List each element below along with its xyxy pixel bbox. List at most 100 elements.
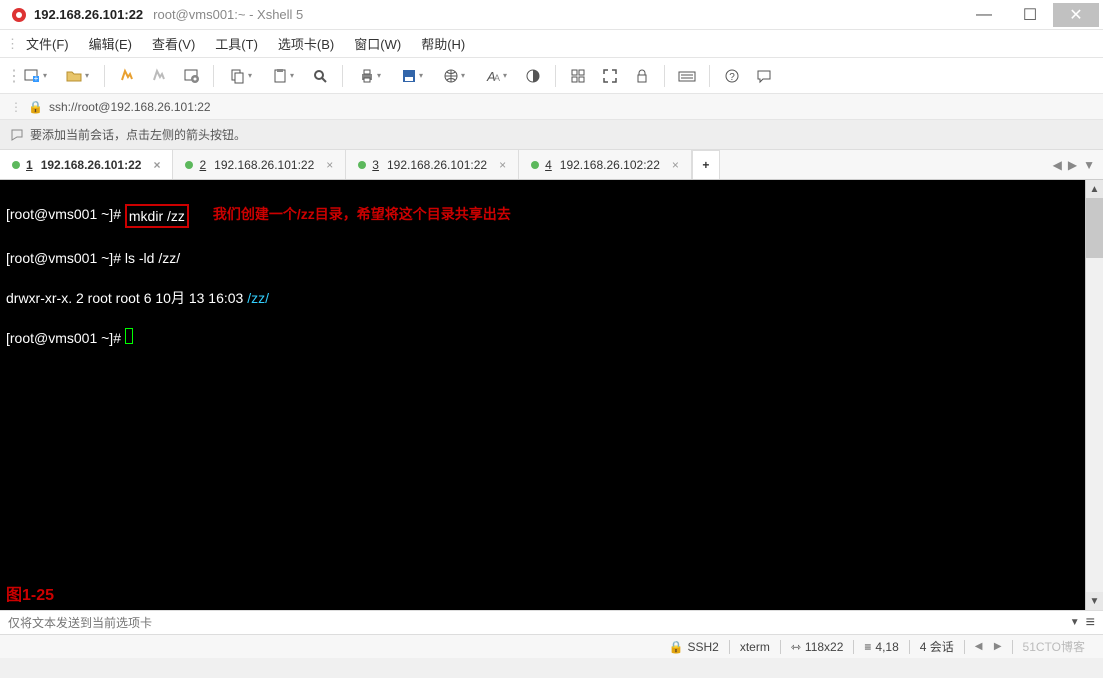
- paste-button[interactable]: ▾: [264, 62, 302, 90]
- keyboard-button[interactable]: [673, 62, 701, 90]
- fullscreen-button[interactable]: [596, 62, 624, 90]
- menu-bar: ⋮ 文件(F) 编辑(E) 查看(V) 工具(T) 选项卡(B) 窗口(W) 帮…: [0, 30, 1103, 58]
- tab-label: 192.168.26.101:22: [214, 158, 314, 172]
- tabs-right-icon[interactable]: ▶: [1068, 158, 1077, 172]
- address-url[interactable]: ssh://root@192.168.26.101:22: [49, 100, 1093, 114]
- toolbar-separator: [664, 65, 665, 87]
- title-bar: 192.168.26.101:22 root@vms001:~ - Xshell…: [0, 0, 1103, 30]
- menu-tabs[interactable]: 选项卡(B): [268, 32, 344, 55]
- terminal-prompt: [root@vms001 ~]#: [6, 328, 125, 348]
- scroll-down-icon[interactable]: ▼: [1086, 592, 1103, 610]
- toolbar-separator: [709, 65, 710, 87]
- status-position: 4,18: [875, 640, 898, 654]
- status-protocol: SSH2: [687, 640, 718, 654]
- status-size: 118x22: [805, 640, 843, 654]
- address-bar: ⋮ 🔒 ssh://root@192.168.26.101:22: [0, 94, 1103, 120]
- menu-edit[interactable]: 编辑(E): [79, 32, 142, 55]
- scroll-thumb[interactable]: [1086, 198, 1103, 258]
- properties-button[interactable]: [177, 62, 205, 90]
- tabs-menu-icon[interactable]: ▼: [1083, 158, 1095, 172]
- tab-close-icon[interactable]: ×: [499, 158, 506, 172]
- toolbar-separator: [213, 65, 214, 87]
- new-session-button[interactable]: +▾: [16, 62, 54, 90]
- status-dot-icon: [358, 161, 366, 169]
- chat-button[interactable]: [750, 62, 778, 90]
- highlighted-command: mkdir /zz: [125, 204, 189, 228]
- sessions-right-icon[interactable]: ▶: [994, 641, 1002, 652]
- menu-file[interactable]: 文件(F): [16, 32, 79, 55]
- globe-button[interactable]: ▾: [435, 62, 473, 90]
- pos-icon: ≡: [864, 640, 871, 654]
- tab-number: 4: [545, 158, 552, 172]
- session-tab-3[interactable]: 3 192.168.26.101:22 ×: [346, 150, 519, 179]
- sessions-left-icon[interactable]: ◀: [975, 641, 983, 652]
- lock-icon: 🔒: [669, 640, 684, 654]
- print-button[interactable]: ▾: [351, 62, 389, 90]
- session-tab-4[interactable]: 4 192.168.26.102:22 ×: [519, 150, 692, 179]
- status-sessions: 4 会话: [920, 638, 954, 655]
- tab-close-icon[interactable]: ×: [672, 158, 679, 172]
- copy-button[interactable]: ▾: [222, 62, 260, 90]
- window-title-sub: root@vms001:~ - Xshell 5: [153, 7, 303, 22]
- tab-label: 192.168.26.101:22: [41, 158, 142, 172]
- session-tab-1[interactable]: 1 192.168.26.101:22 ×: [0, 150, 173, 179]
- tip-text: 要添加当前会话，点击左侧的箭头按钮。: [30, 126, 246, 143]
- send-options-icon[interactable]: ≡: [1086, 614, 1095, 632]
- terminal-scrollbar[interactable]: ▲ ▼: [1085, 180, 1103, 610]
- terminal[interactable]: [root@vms001 ~]# mkdir /zz 我们创建一个/zz目录，希望…: [0, 180, 1085, 610]
- tile-button[interactable]: [564, 62, 592, 90]
- send-text-input[interactable]: [8, 616, 1070, 630]
- send-menu-icon[interactable]: ▼: [1070, 617, 1080, 628]
- scroll-up-icon[interactable]: ▲: [1086, 180, 1103, 198]
- tip-bar: 要添加当前会话，点击左侧的箭头按钮。: [0, 120, 1103, 150]
- svg-text:+: +: [34, 74, 39, 83]
- lock-button[interactable]: [628, 62, 656, 90]
- toolbar: ⋮ +▾ ▾ ▾ ▾ ▾ ▾ ▾ AA▾ ?: [0, 58, 1103, 94]
- session-tab-2[interactable]: 2 192.168.26.101:22 ×: [173, 150, 346, 179]
- toolbar-separator: [555, 65, 556, 87]
- maximize-button[interactable]: ☐: [1007, 3, 1053, 27]
- tab-close-icon[interactable]: ×: [153, 158, 160, 172]
- menu-window[interactable]: 窗口(W): [344, 32, 411, 55]
- close-button[interactable]: ✕: [1053, 3, 1099, 27]
- scroll-track[interactable]: [1086, 258, 1103, 592]
- reconnect-button[interactable]: [113, 62, 141, 90]
- figure-label: 图1-25: [6, 586, 54, 606]
- add-tab-button[interactable]: +: [692, 150, 720, 179]
- save-button[interactable]: ▾: [393, 62, 431, 90]
- disconnect-button[interactable]: [145, 62, 173, 90]
- app-icon: [10, 6, 28, 24]
- size-icon: ⇿: [791, 640, 801, 654]
- window-title-main: 192.168.26.101:22: [34, 7, 143, 22]
- send-text-bar: ▼ ≡: [0, 610, 1103, 634]
- tab-close-icon[interactable]: ×: [326, 158, 333, 172]
- toolbar-separator: [104, 65, 105, 87]
- open-session-button[interactable]: ▾: [58, 62, 96, 90]
- addr-grip-icon: ⋮: [10, 100, 22, 114]
- font-button[interactable]: AA▾: [477, 62, 515, 90]
- tabs-left-icon[interactable]: ◀: [1053, 158, 1062, 172]
- svg-text:A: A: [494, 73, 500, 83]
- menu-view[interactable]: 查看(V): [142, 32, 205, 55]
- annotation-text: 我们创建一个/zz目录，希望将这个目录共享出去: [213, 204, 511, 228]
- tab-label: 192.168.26.101:22: [387, 158, 487, 172]
- minimize-button[interactable]: —: [961, 3, 1007, 27]
- svg-text:?: ?: [729, 72, 735, 83]
- menu-help[interactable]: 帮助(H): [411, 32, 475, 55]
- terminal-command: ls -ld /zz/: [125, 248, 180, 268]
- terminal-prompt: [root@vms001 ~]#: [6, 204, 125, 228]
- tab-number: 1: [26, 158, 33, 172]
- menu-tools[interactable]: 工具(T): [205, 32, 268, 55]
- status-term-type: xterm: [740, 640, 770, 654]
- terminal-container: [root@vms001 ~]# mkdir /zz 我们创建一个/zz目录，希望…: [0, 180, 1103, 610]
- status-dot-icon: [12, 161, 20, 169]
- find-button[interactable]: [306, 62, 334, 90]
- status-dot-icon: [185, 161, 193, 169]
- terminal-output: drwxr-xr-x. 2 root root 6 10月 13 16:03: [6, 288, 247, 308]
- terminal-prompt: [root@vms001 ~]#: [6, 248, 125, 268]
- session-tabs: 1 192.168.26.101:22 × 2 192.168.26.101:2…: [0, 150, 1103, 180]
- tip-icon[interactable]: [10, 128, 24, 142]
- color-scheme-button[interactable]: [519, 62, 547, 90]
- help-button[interactable]: ?: [718, 62, 746, 90]
- lock-icon: 🔒: [28, 100, 43, 114]
